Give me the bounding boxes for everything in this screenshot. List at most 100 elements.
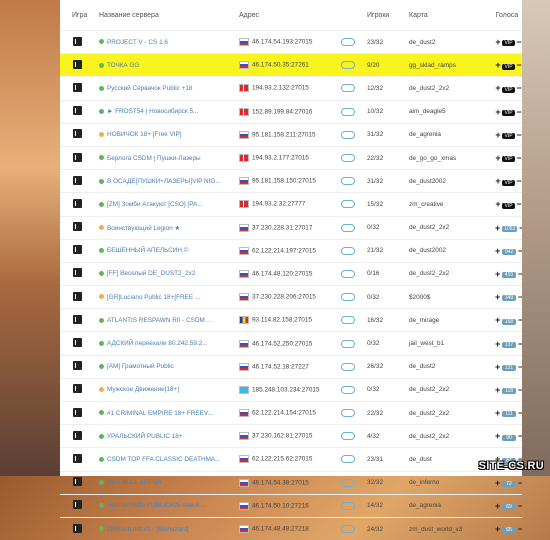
table-row[interactable]: Чистое Небо PUBLIC#25 нам 8 ... 46.174.50…: [60, 493, 522, 518]
server-name-cell[interactable]: [FF] Веселый DE_DUST2_2x2: [96, 261, 236, 286]
plus-vote-icon[interactable]: +: [495, 362, 500, 372]
server-name-link[interactable]: ► FROST54 | Новосибирск 5...: [107, 108, 198, 115]
connect-link-icon[interactable]: [341, 154, 355, 163]
server-name-cell[interactable]: RED BULL ARENA: [96, 470, 236, 495]
server-name-link[interactable]: [ZM] Зомби Атакуют [CSO] [PA...: [107, 201, 203, 208]
minus-vote-icon[interactable]: −: [516, 130, 521, 140]
connect-link-icon[interactable]: [341, 269, 355, 278]
connect-link-icon[interactable]: [341, 316, 355, 325]
minus-vote-icon[interactable]: −: [516, 199, 521, 209]
table-row[interactable]: PROJECT V - CS 1.6 46.174.54.193:27015 23/…: [60, 29, 522, 54]
connect-link-icon[interactable]: [341, 200, 355, 209]
plus-vote-icon[interactable]: +: [495, 269, 500, 279]
plus-vote-icon[interactable]: +: [495, 223, 500, 233]
connect-link-icon[interactable]: [341, 223, 355, 232]
server-name-cell[interactable]: УРАЛЬСКИЙ PUBLIC 18+: [96, 424, 236, 448]
plus-vote-icon[interactable]: +: [495, 176, 500, 186]
connect-link-icon[interactable]: [341, 339, 355, 348]
connect-link-icon[interactable]: [341, 107, 355, 116]
table-row[interactable]: Мужское Движение[18+] 185.248.103.234:270…: [60, 377, 522, 402]
connect-link-icon[interactable]: [341, 84, 355, 93]
server-name-cell[interactable]: PROJECT V - CS 1.6: [96, 29, 236, 54]
server-name-link[interactable]: Чистое Небо PUBLIC#25 нам 8 ...: [107, 502, 206, 509]
connect-link-icon[interactable]: [341, 293, 355, 302]
plus-vote-icon[interactable]: +: [495, 83, 500, 93]
server-name-cell[interactable]: НОВИЧОК 18+ [Free VIP]: [96, 122, 236, 147]
plus-vote-icon[interactable]: +: [495, 292, 500, 302]
minus-vote-icon[interactable]: −: [518, 524, 522, 534]
minus-vote-icon[interactable]: −: [518, 501, 522, 511]
minus-vote-icon[interactable]: −: [518, 478, 522, 488]
table-row[interactable]: #1 CRIMINAL EMPIRE 18+ FREEV... 62.122.21…: [60, 400, 522, 425]
server-name-link[interactable]: Русский Сервачок Public +18: [107, 85, 192, 92]
plus-vote-icon[interactable]: +: [495, 431, 500, 441]
server-name-cell[interactable]: Воинствующий Legion ★: [96, 215, 236, 240]
server-name-link[interactable]: Мужское Движение[18+]: [107, 386, 179, 393]
connect-cell[interactable]: [334, 29, 364, 54]
connect-cell[interactable]: [334, 331, 364, 356]
server-name-link[interactable]: АДСКИЙ переехали 80.242.59.2...: [107, 340, 207, 347]
connect-link-icon[interactable]: [341, 385, 355, 394]
server-name-link[interactable]: ТОЧКА GG: [107, 62, 139, 69]
server-name-cell[interactable]: [AM] Грамотный Public: [96, 354, 236, 379]
plus-vote-icon[interactable]: +: [495, 524, 500, 534]
plus-vote-icon[interactable]: +: [495, 107, 500, 117]
plus-vote-icon[interactable]: +: [495, 315, 500, 325]
plus-vote-icon[interactable]: +: [495, 339, 500, 349]
minus-vote-icon[interactable]: −: [516, 153, 521, 163]
server-name-cell[interactable]: Русский Сервачок Public +18: [96, 76, 236, 101]
server-name-link[interactable]: БЕШЕННЫЙ АПЕЛЬСИН ©: [107, 247, 188, 254]
server-name-cell[interactable]: [ZM] Зомби Атакуют [CSO] [PA...: [96, 192, 236, 216]
connect-cell[interactable]: [334, 169, 364, 193]
plus-vote-icon[interactable]: +: [495, 246, 500, 256]
plus-vote-icon[interactable]: +: [495, 153, 500, 163]
plus-vote-icon[interactable]: +: [495, 199, 500, 209]
connect-link-icon[interactable]: [341, 177, 355, 186]
table-row[interactable]: ZMRush.net #1 - [Biohazard] 46.174.48.48:…: [60, 516, 522, 540]
plus-vote-icon[interactable]: +: [495, 408, 500, 418]
server-name-link[interactable]: [AM] Грамотный Public: [107, 363, 174, 370]
connect-cell[interactable]: [334, 516, 364, 540]
table-row[interactable]: АДСКИЙ переехали 80.242.59.2... 46.174.52…: [60, 331, 522, 356]
server-name-link[interactable]: Воинствующий Legion ★: [107, 225, 180, 232]
plus-vote-icon[interactable]: +: [495, 478, 500, 488]
server-name-cell[interactable]: ТОЧКА GG: [96, 53, 236, 77]
table-row[interactable]: RED BULL ARENA 46.174.54.38:27015 32/32 de_…: [60, 470, 522, 495]
table-row[interactable]: УРАЛЬСКИЙ PUBLIC 18+ 37.230.162.81:27015 4…: [60, 424, 522, 448]
connect-link-icon[interactable]: [341, 246, 355, 255]
server-name-link[interactable]: [FF] Веселый DE_DUST2_2x2: [107, 270, 195, 277]
server-name-cell[interactable]: ZMRush.net #1 - [Biohazard]: [96, 516, 236, 540]
table-row[interactable]: [AM] Грамотный Public 46.174.52.18:27227 2…: [60, 354, 522, 379]
minus-vote-icon[interactable]: −: [519, 223, 522, 233]
server-name-link[interactable]: CSDM TOP FFA CLASSIC DEATHMA...: [107, 456, 221, 463]
minus-vote-icon[interactable]: −: [516, 60, 521, 70]
table-row[interactable]: НОВИЧОК 18+ [Free VIP] 95.181.158.211:270…: [60, 122, 522, 147]
table-row[interactable]: БЕШЕННЫЙ АПЕЛЬСИН © 62.122.214.197:27015 2…: [60, 238, 522, 263]
server-name-cell[interactable]: Берлога CSDM | Пушки-Лазеры: [96, 145, 236, 170]
minus-vote-icon[interactable]: −: [518, 339, 522, 349]
server-name-cell[interactable]: АДСКИЙ переехали 80.242.59.2...: [96, 331, 236, 356]
minus-vote-icon[interactable]: −: [516, 176, 521, 186]
server-name-link[interactable]: RED BULL ARENA: [107, 479, 161, 486]
server-name-link[interactable]: [GR]Luciano Public 18+[FREE ...: [107, 294, 200, 301]
server-name-link[interactable]: ATLANTIS RESPAWN R0 - CSDM ...: [107, 317, 212, 324]
minus-vote-icon[interactable]: −: [518, 385, 522, 395]
server-name-cell[interactable]: ATLANTIS RESPAWN R0 - CSDM ...: [96, 308, 236, 332]
plus-vote-icon[interactable]: +: [495, 37, 500, 47]
connect-cell[interactable]: [334, 53, 364, 77]
connect-cell[interactable]: [334, 285, 364, 309]
connect-cell[interactable]: [334, 400, 364, 425]
server-name-link[interactable]: #1 CRIMINAL EMPIRE 18+ FREEV...: [107, 410, 213, 417]
server-name-cell[interactable]: CSDM TOP FFA CLASSIC DEATHMA...: [96, 447, 236, 472]
connect-link-icon[interactable]: [341, 501, 355, 510]
table-row[interactable]: ТОЧКА GG 46.174.50.35:27261 9/20 gg_sklad_r…: [60, 53, 522, 77]
table-row[interactable]: Берлога CSDM | Пушки-Лазеры 194.93.2.177:…: [60, 145, 522, 170]
connect-cell[interactable]: [334, 122, 364, 147]
server-name-link[interactable]: УРАЛЬСКИЙ PUBLIC 18+: [107, 433, 183, 440]
server-name-link[interactable]: В ОСАДЕ[ПУШКИ+ЛАЗЕРЫ]VIP NIG...: [107, 178, 221, 185]
table-row[interactable]: CSDM TOP FFA CLASSIC DEATHMA... 62.122.21…: [60, 447, 522, 472]
connect-link-icon[interactable]: [341, 478, 355, 487]
server-name-cell[interactable]: Мужское Движение[18+]: [96, 377, 236, 402]
server-name-cell[interactable]: В ОСАДЕ[ПУШКИ+ЛАЗЕРЫ]VIP NIG...: [96, 169, 236, 193]
connect-cell[interactable]: [334, 238, 364, 263]
